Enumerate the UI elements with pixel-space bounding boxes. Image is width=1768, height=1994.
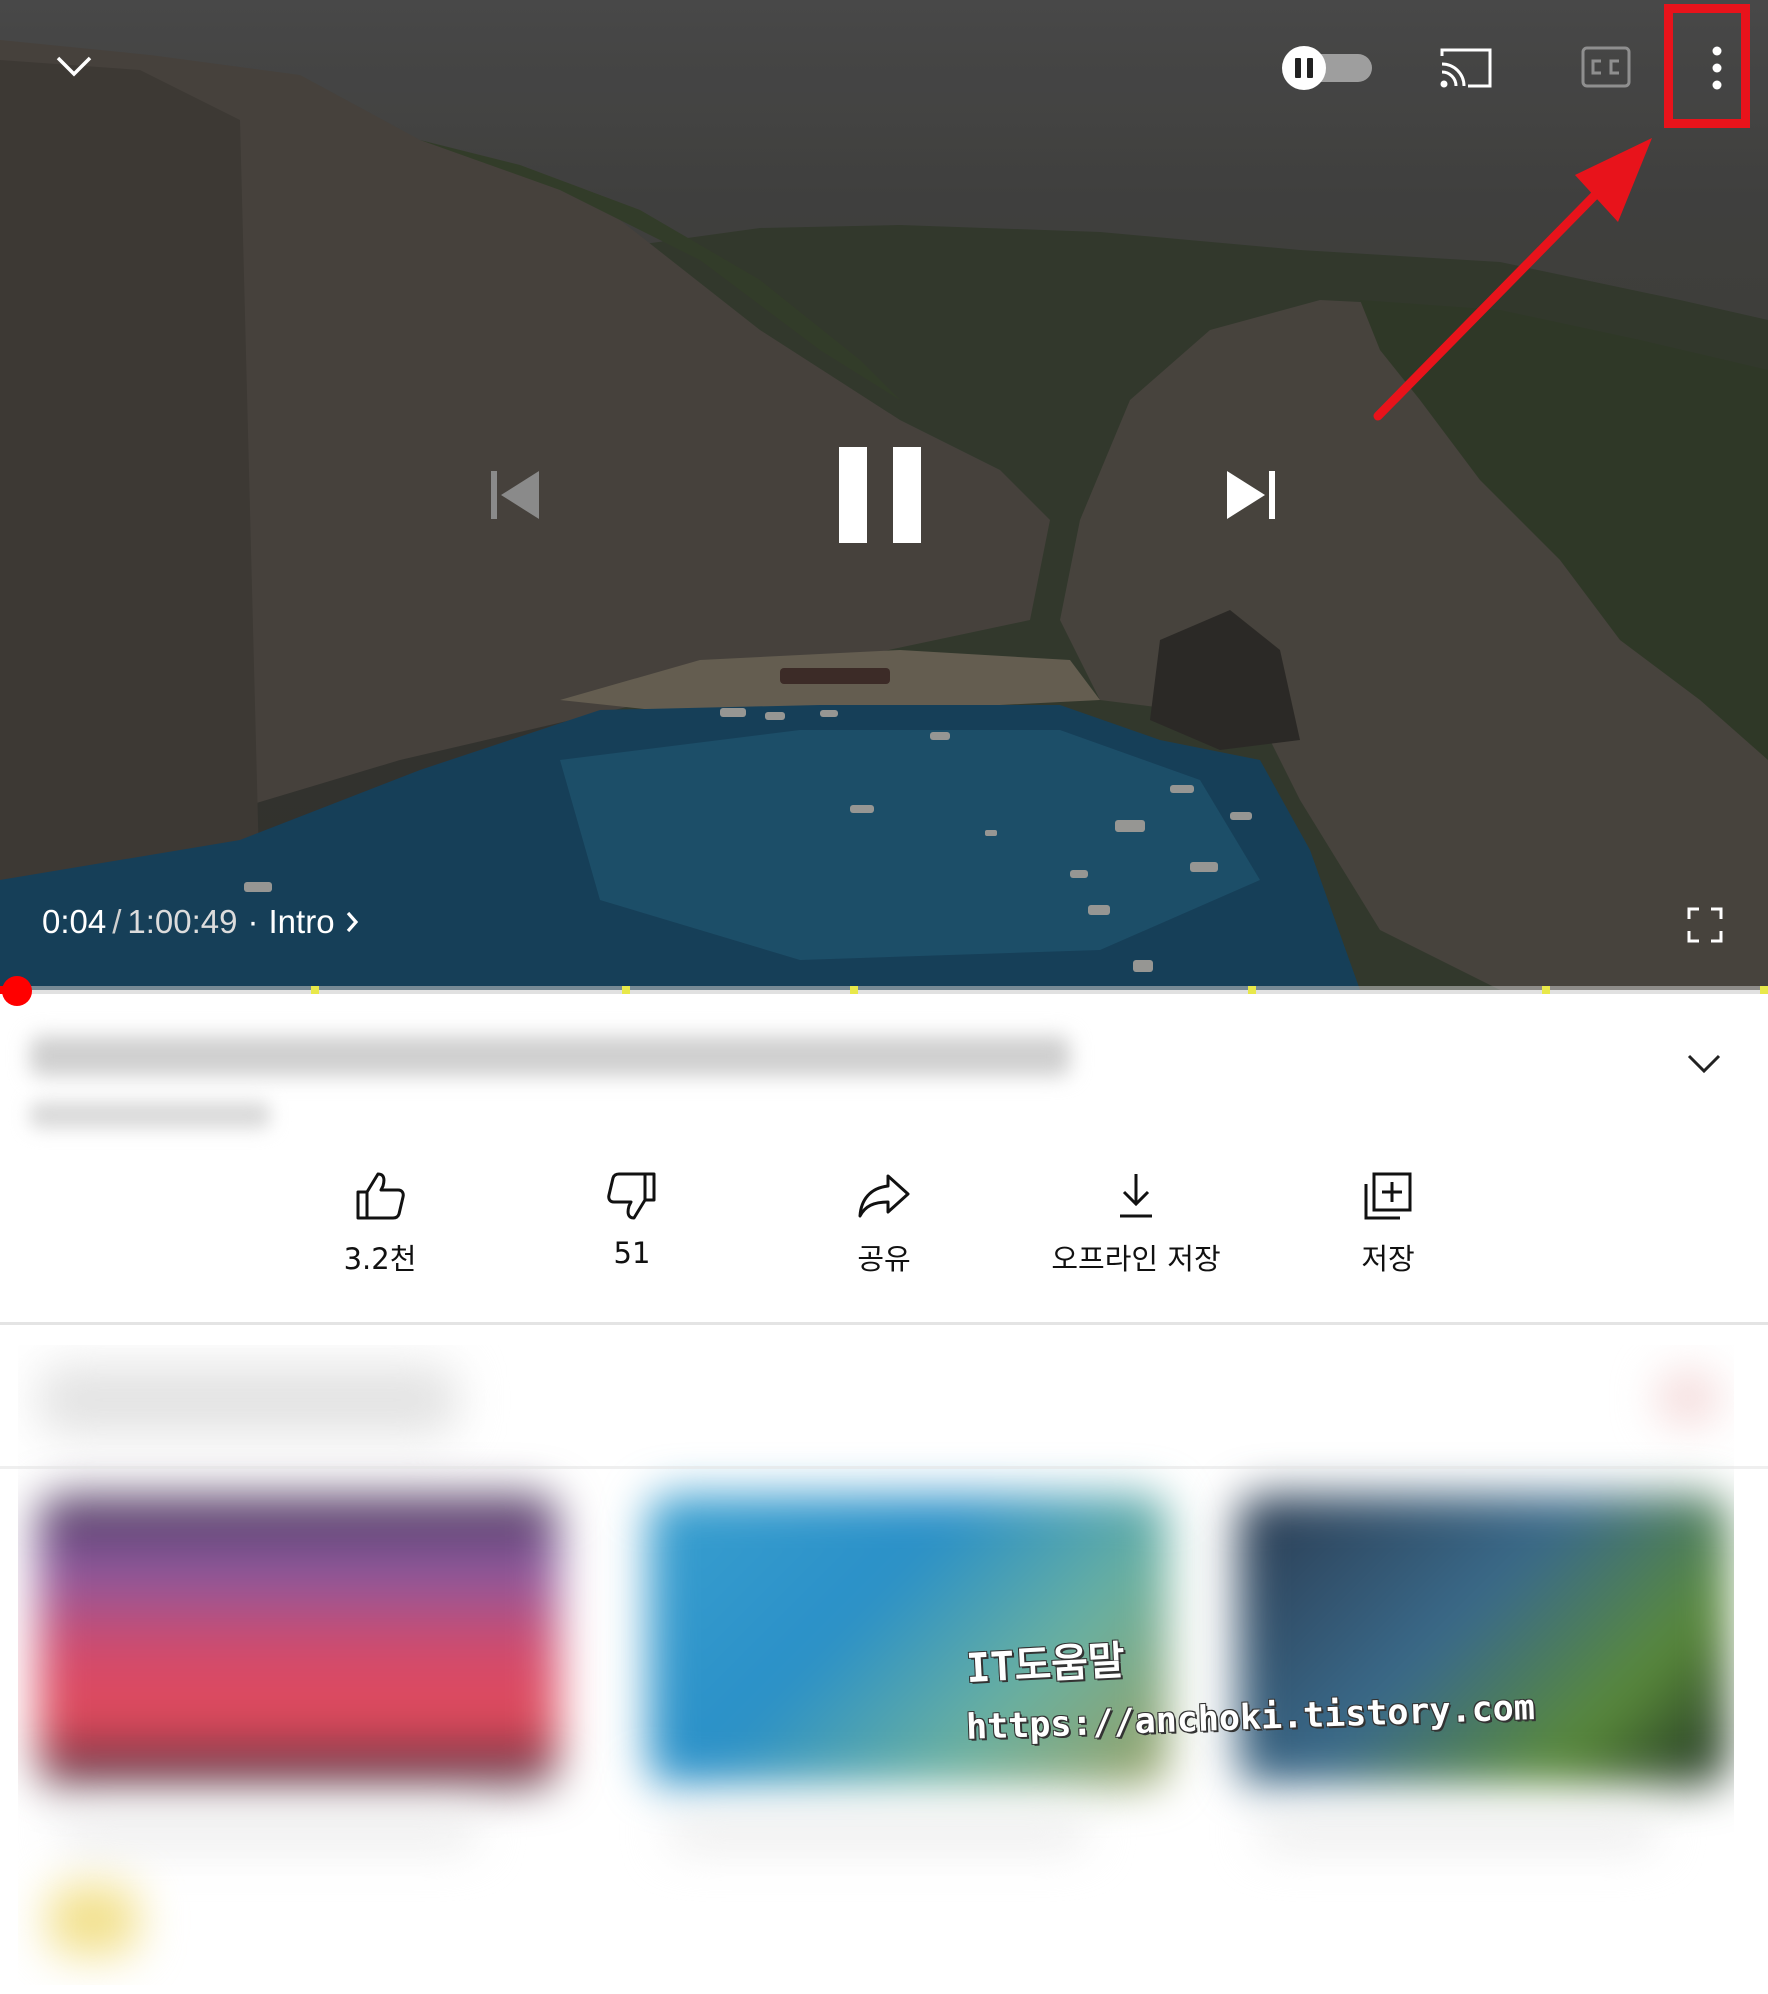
blurred-video-meta bbox=[30, 1102, 270, 1128]
section-divider bbox=[0, 1466, 1768, 1469]
collapse-player-button[interactable] bbox=[44, 44, 104, 88]
watermark-line-1: IT도움말 bbox=[965, 1637, 1126, 1693]
dislike-button[interactable]: 51 bbox=[512, 1170, 752, 1270]
captions-button[interactable] bbox=[1578, 44, 1634, 90]
chapter-title: Intro bbox=[268, 903, 335, 940]
skip-previous-icon bbox=[491, 471, 539, 519]
thumbs-up-icon bbox=[356, 1172, 405, 1220]
share-icon bbox=[858, 1174, 910, 1218]
like-button[interactable]: 3.2천 bbox=[260, 1170, 500, 1278]
save-label: 저장 bbox=[1361, 1242, 1415, 1276]
time-display: 0:04 / 1:00:49 · Intro bbox=[42, 900, 359, 944]
blurred-thumbnail bbox=[38, 1495, 558, 1785]
chapter-marker bbox=[311, 986, 319, 994]
thumbs-down-icon bbox=[607, 1172, 656, 1220]
dislike-count: 51 bbox=[613, 1236, 651, 1270]
download-label: 오프라인 저장 bbox=[1051, 1242, 1221, 1276]
blurred-channel-row bbox=[38, 1365, 458, 1435]
pause-icon bbox=[839, 447, 921, 543]
time-separator: / bbox=[112, 903, 122, 940]
chapter-marker bbox=[850, 986, 858, 994]
chevron-right-icon bbox=[346, 911, 358, 933]
chapter-marker bbox=[1542, 986, 1550, 994]
blurred-video-title bbox=[30, 1036, 1070, 1076]
cc-icon bbox=[1581, 46, 1631, 88]
cast-button[interactable] bbox=[1436, 44, 1496, 92]
share-button[interactable]: 공유 bbox=[764, 1170, 1004, 1278]
fullscreen-button[interactable] bbox=[1680, 900, 1730, 950]
annotation-arrow bbox=[1373, 138, 1652, 421]
next-video-button[interactable] bbox=[1216, 460, 1286, 530]
section-divider bbox=[0, 1322, 1768, 1325]
progress-bar[interactable] bbox=[0, 986, 1768, 994]
fullscreen-icon bbox=[1687, 907, 1723, 943]
chapter-marker bbox=[1248, 986, 1256, 994]
save-button[interactable]: 저장 bbox=[1268, 1170, 1508, 1278]
chevron-down-icon bbox=[1687, 1054, 1721, 1074]
autoplay-toggle-icon bbox=[1282, 46, 1372, 90]
share-label: 공유 bbox=[857, 1242, 911, 1276]
video-title-area[interactable] bbox=[0, 1000, 1768, 1150]
chapter-marker bbox=[1760, 986, 1768, 994]
expand-description-button[interactable] bbox=[1676, 1036, 1732, 1092]
recommended-feed[interactable] bbox=[18, 1345, 1734, 1985]
save-to-playlist-icon bbox=[1364, 1172, 1412, 1220]
cast-icon bbox=[1440, 48, 1492, 88]
video-actions-bar: 3.2천 51 공유 오프라인 저장 저장 bbox=[0, 1170, 1768, 1300]
blurred-badge bbox=[48, 1885, 138, 1955]
chevron-down-icon bbox=[56, 56, 92, 77]
blurred-subscribe bbox=[1658, 1373, 1718, 1423]
chapter-marker bbox=[622, 986, 630, 994]
skip-next-icon bbox=[1227, 471, 1275, 519]
blurred-text bbox=[1258, 1815, 1658, 1849]
previous-video-button[interactable] bbox=[480, 460, 550, 530]
play-pause-button[interactable] bbox=[830, 440, 930, 550]
current-time: 0:04 bbox=[42, 903, 107, 940]
autoplay-toggle[interactable] bbox=[1280, 44, 1376, 92]
chapter-button[interactable]: Intro bbox=[269, 903, 359, 941]
download-icon bbox=[1120, 1174, 1152, 1218]
blurred-text bbox=[668, 1815, 1088, 1849]
blurred-thumbnail bbox=[1238, 1495, 1728, 1785]
blurred-text bbox=[58, 1815, 478, 1849]
chapter-dot: · bbox=[247, 903, 259, 940]
download-button[interactable]: 오프라인 저장 bbox=[1016, 1170, 1256, 1278]
like-count: 3.2천 bbox=[343, 1242, 417, 1276]
annotation-highlight-box bbox=[1664, 4, 1750, 128]
video-duration: 1:00:49 bbox=[127, 903, 238, 940]
